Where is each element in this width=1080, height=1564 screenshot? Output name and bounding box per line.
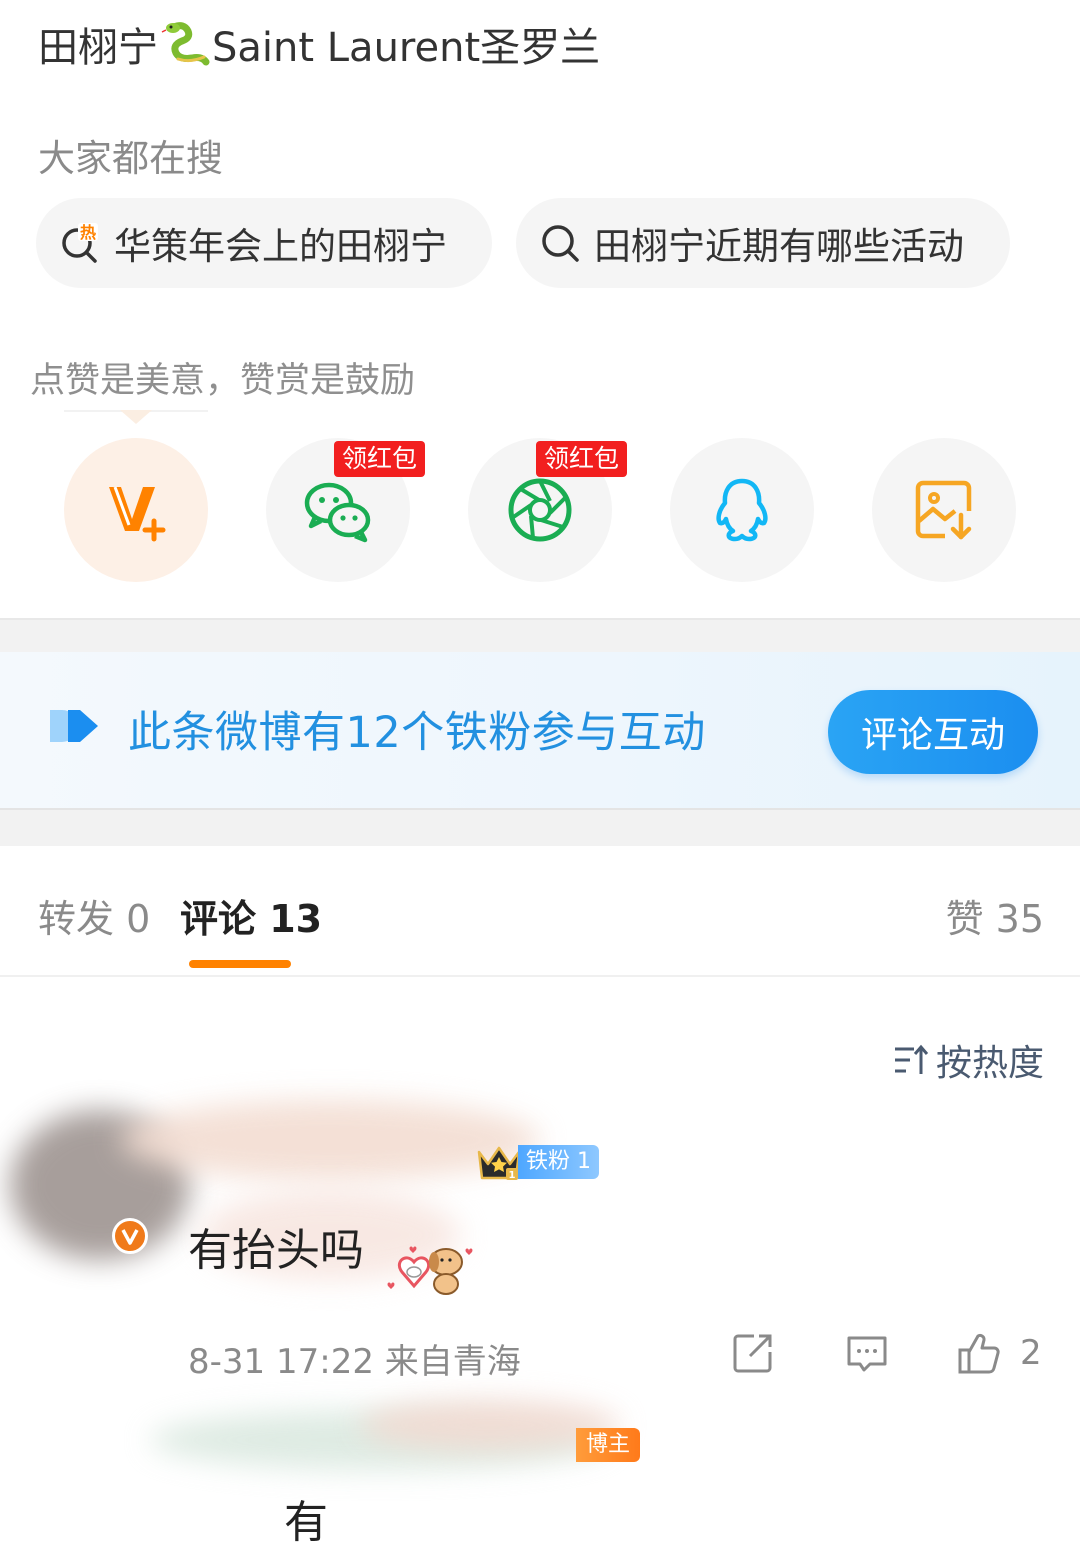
comment-repost-button[interactable]	[730, 1330, 776, 1376]
blogger-badge: 博主	[576, 1428, 641, 1462]
search-icon	[542, 225, 579, 262]
sort-by-hot-button[interactable]: 按热度	[892, 1034, 1044, 1086]
snake-emoji-icon	[160, 19, 210, 69]
comment-interact-button[interactable]: 评论互动	[828, 690, 1038, 774]
iron-fans-banner: 此条微博有12个铁粉参与互动 评论互动	[0, 652, 1080, 810]
v-plus-icon	[109, 486, 166, 542]
tooltip-arrow	[120, 410, 152, 424]
reply-text: 有	[284, 1497, 328, 1548]
fans-interaction-icon	[50, 710, 98, 742]
moments-red-packet-badge: 领红包	[536, 441, 628, 477]
tab-like[interactable]: 赞 35	[946, 888, 1044, 943]
save-image-icon	[915, 480, 972, 540]
trending-search-chip-1[interactable]: 热 华策年会上的田栩宁	[36, 198, 492, 288]
crown-icon: 1	[477, 1146, 521, 1181]
reward-v-plus-button[interactable]	[64, 438, 208, 582]
reply-icon	[847, 1336, 887, 1372]
comment-like-button[interactable]: 2	[956, 1330, 1042, 1376]
wechat-red-packet-badge: 领红包	[334, 441, 426, 477]
comment-text: 有抬头吗	[188, 1225, 364, 1276]
sort-icon	[894, 1044, 929, 1074]
active-tab-indicator	[189, 960, 291, 968]
trending-search-chip-2[interactable]: 田栩宁近期有哪些活动	[516, 198, 1010, 288]
comment-reply-button[interactable]	[844, 1330, 890, 1376]
tab-comment[interactable]: 评论 13	[180, 888, 322, 943]
thumbs-up-icon	[958, 1333, 1000, 1374]
iron-fan-label: 铁粉 1	[518, 1145, 599, 1179]
comment-like-count: 2	[1020, 1333, 1042, 1373]
sort-label: 按热度	[935, 1043, 1044, 1084]
hot-search-icon: 热	[62, 223, 98, 263]
comment-meta: 8-31 17:22 来自青海	[188, 1334, 521, 1383]
trending-search-chip-1-text: 华策年会上的田栩宁	[114, 225, 447, 268]
tab-divider	[0, 975, 1080, 977]
iron-fan-badge: 1 铁粉 1	[476, 1142, 599, 1182]
svg-text:1: 1	[509, 1170, 516, 1181]
repost-icon	[733, 1334, 772, 1373]
qq-icon	[716, 478, 768, 542]
comment-location: 来自青海	[384, 1342, 521, 1382]
tab-repost[interactable]: 转发 0	[38, 888, 150, 943]
title-suffix: Saint Laurent圣罗兰	[212, 25, 601, 71]
wechat-icon	[304, 482, 371, 543]
moments-icon	[508, 478, 572, 542]
reward-hint-label: 点赞是美意，赞赏是鼓励	[30, 361, 416, 401]
comment-time: 8-31 17:22	[188, 1342, 374, 1382]
svg-text:热: 热	[80, 223, 96, 242]
verified-badge-icon	[112, 1218, 148, 1254]
section-separator	[0, 618, 1080, 652]
iron-fans-text: 此条微博有12个铁粉参与互动	[128, 708, 706, 758]
share-qq-button[interactable]	[670, 438, 814, 582]
save-image-button[interactable]	[872, 438, 1016, 582]
trending-search-chip-2-text: 田栩宁近期有哪些活动	[594, 225, 964, 268]
post-title: 田栩宁 Saint Laurent圣罗兰	[38, 14, 600, 74]
trending-search-label: 大家都在搜	[38, 137, 223, 180]
puppy-heart-sticker-icon	[387, 1246, 473, 1295]
title-prefix: 田栩宁	[38, 25, 158, 71]
section-separator-2	[0, 810, 1080, 846]
